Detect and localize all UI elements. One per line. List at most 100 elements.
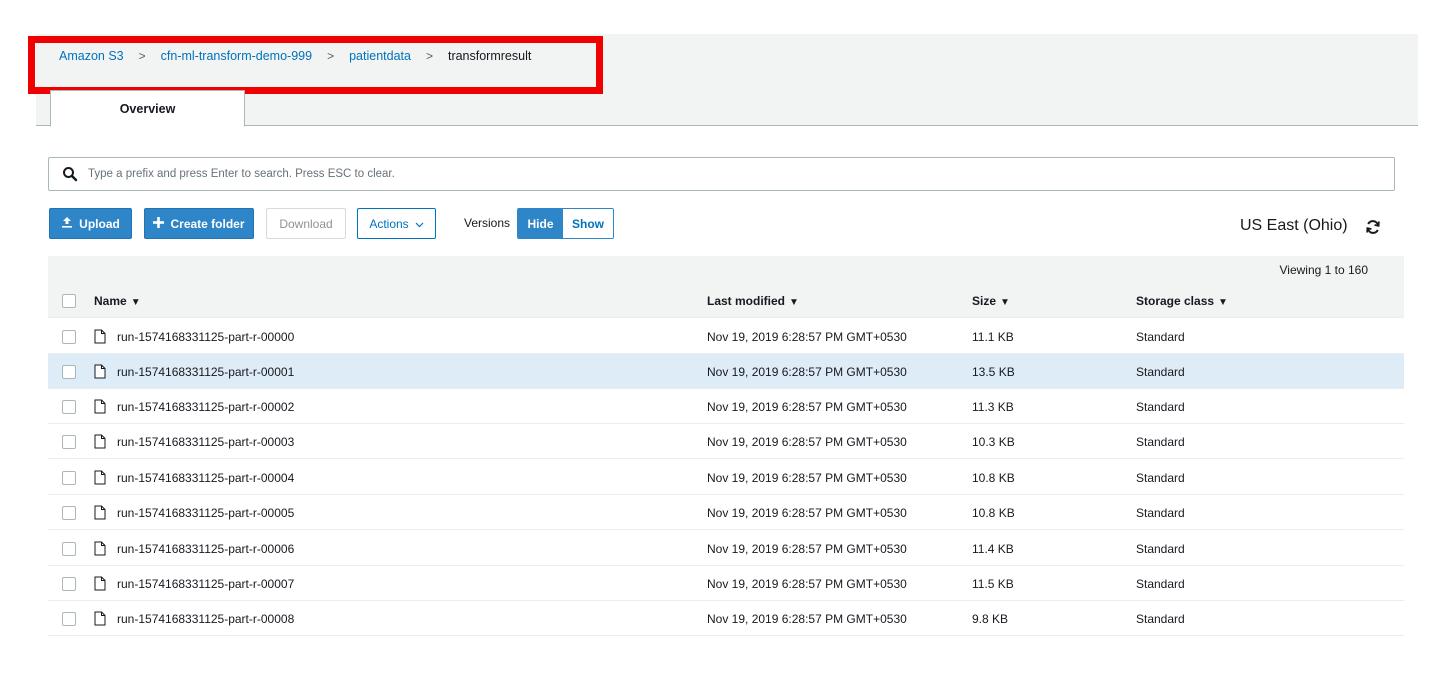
table-row[interactable]: run-1574168331125-part-r-00002 Nov 19, 2… bbox=[48, 389, 1404, 424]
file-icon bbox=[94, 576, 106, 591]
row-checkbox[interactable] bbox=[62, 435, 76, 449]
file-last-modified: Nov 19, 2019 6:28:57 PM GMT+0530 bbox=[707, 577, 907, 591]
versions-show-button[interactable]: Show bbox=[563, 209, 613, 238]
tab-overview[interactable]: Overview bbox=[50, 90, 245, 127]
upload-label: Upload bbox=[79, 216, 120, 231]
row-checkbox[interactable] bbox=[62, 506, 76, 520]
file-size: 9.8 KB bbox=[972, 612, 1009, 626]
file-size: 10.8 KB bbox=[972, 506, 1015, 520]
search-input[interactable] bbox=[88, 168, 1288, 180]
file-icon bbox=[94, 470, 106, 485]
file-storage-class: Standard bbox=[1136, 471, 1185, 485]
file-storage-class: Standard bbox=[1136, 435, 1185, 449]
pagination-band: Viewing 1 to 160 bbox=[48, 256, 1404, 283]
file-size: 11.1 KB bbox=[972, 330, 1014, 344]
file-name[interactable]: run-1574168331125-part-r-00005 bbox=[117, 506, 294, 520]
column-name-label: Name bbox=[94, 294, 127, 308]
file-last-modified: Nov 19, 2019 6:28:57 PM GMT+0530 bbox=[707, 435, 907, 449]
file-name[interactable]: run-1574168331125-part-r-00001 bbox=[117, 365, 294, 379]
file-icon bbox=[94, 505, 106, 520]
row-checkbox[interactable] bbox=[62, 330, 76, 344]
row-checkbox[interactable] bbox=[62, 400, 76, 414]
region-label: US East (Ohio) bbox=[1240, 217, 1348, 234]
column-modified-label: Last modified bbox=[707, 294, 786, 308]
file-storage-class: Standard bbox=[1136, 506, 1185, 520]
file-name[interactable]: run-1574168331125-part-r-00002 bbox=[117, 400, 294, 414]
search-bar bbox=[48, 157, 1395, 191]
search-icon bbox=[62, 166, 78, 182]
refresh-icon[interactable] bbox=[1365, 219, 1381, 235]
row-checkbox[interactable] bbox=[62, 577, 76, 591]
table-row[interactable]: run-1574168331125-part-r-00005 Nov 19, 2… bbox=[48, 495, 1404, 530]
file-storage-class: Standard bbox=[1136, 365, 1185, 379]
sort-down-icon: ▼ bbox=[789, 297, 799, 308]
file-icon bbox=[94, 364, 106, 379]
column-size-header[interactable]: Size ▼ bbox=[972, 294, 1010, 308]
table-row[interactable]: run-1574168331125-part-r-00001 Nov 19, 2… bbox=[48, 354, 1404, 389]
file-name[interactable]: run-1574168331125-part-r-00000 bbox=[117, 330, 294, 344]
download-button[interactable]: Download bbox=[266, 208, 346, 239]
versions-hide-button[interactable]: Hide bbox=[518, 209, 563, 238]
file-last-modified: Nov 19, 2019 6:28:57 PM GMT+0530 bbox=[707, 365, 907, 379]
file-storage-class: Standard bbox=[1136, 400, 1185, 414]
row-checkbox[interactable] bbox=[62, 542, 76, 556]
file-last-modified: Nov 19, 2019 6:28:57 PM GMT+0530 bbox=[707, 471, 907, 485]
select-all-checkbox[interactable] bbox=[62, 294, 76, 308]
file-size: 11.3 KB bbox=[972, 400, 1014, 414]
file-size: 10.3 KB bbox=[972, 435, 1015, 449]
file-name[interactable]: run-1574168331125-part-r-00003 bbox=[117, 435, 294, 449]
table-row[interactable]: run-1574168331125-part-r-00008 Nov 19, 2… bbox=[48, 601, 1404, 636]
row-checkbox[interactable] bbox=[62, 471, 76, 485]
file-last-modified: Nov 19, 2019 6:28:57 PM GMT+0530 bbox=[707, 330, 907, 344]
sort-down-icon: ▼ bbox=[1218, 297, 1228, 308]
versions-label: Versions bbox=[464, 216, 511, 230]
column-name-header[interactable]: Name ▼ bbox=[94, 294, 141, 308]
actions-label: Actions bbox=[369, 216, 409, 231]
create-folder-label: Create folder bbox=[170, 216, 245, 231]
file-storage-class: Standard bbox=[1136, 542, 1185, 556]
file-size: 13.5 KB bbox=[972, 365, 1015, 379]
file-storage-class: Standard bbox=[1136, 612, 1185, 626]
table-row[interactable]: run-1574168331125-part-r-00006 Nov 19, 2… bbox=[48, 531, 1404, 566]
column-size-label: Size bbox=[972, 294, 997, 308]
highlight-box bbox=[28, 36, 603, 94]
upload-icon bbox=[61, 216, 73, 231]
file-icon bbox=[94, 541, 106, 556]
file-last-modified: Nov 19, 2019 6:28:57 PM GMT+0530 bbox=[707, 506, 907, 520]
upload-button[interactable]: Upload bbox=[49, 208, 132, 239]
file-name[interactable]: run-1574168331125-part-r-00004 bbox=[117, 471, 294, 485]
table-row[interactable]: run-1574168331125-part-r-00007 Nov 19, 2… bbox=[48, 566, 1404, 601]
chevron-down-icon bbox=[415, 217, 424, 231]
file-name[interactable]: run-1574168331125-part-r-00008 bbox=[117, 612, 294, 626]
file-size: 10.8 KB bbox=[972, 471, 1015, 485]
table-header: Name ▼ Last modified ▼ Size ▼ Storage class… bbox=[48, 283, 1404, 318]
actions-dropdown[interactable]: Actions bbox=[357, 208, 436, 239]
sort-down-icon: ▼ bbox=[1000, 297, 1010, 308]
file-size: 11.5 KB bbox=[972, 577, 1014, 591]
viewing-count: Viewing 1 to 160 bbox=[1279, 263, 1368, 277]
file-storage-class: Standard bbox=[1136, 330, 1185, 344]
table-row[interactable]: run-1574168331125-part-r-00003 Nov 19, 2… bbox=[48, 424, 1404, 459]
column-class-label: Storage class bbox=[1136, 294, 1215, 308]
sort-down-icon: ▼ bbox=[130, 297, 141, 308]
file-icon bbox=[94, 611, 106, 626]
plus-icon bbox=[153, 216, 165, 231]
file-name[interactable]: run-1574168331125-part-r-00006 bbox=[117, 542, 294, 556]
file-icon bbox=[94, 399, 106, 414]
file-name[interactable]: run-1574168331125-part-r-00007 bbox=[117, 577, 294, 591]
file-size: 11.4 KB bbox=[972, 542, 1014, 556]
file-last-modified: Nov 19, 2019 6:28:57 PM GMT+0530 bbox=[707, 612, 907, 626]
table-row[interactable]: run-1574168331125-part-r-00004 Nov 19, 2… bbox=[48, 460, 1404, 495]
create-folder-button[interactable]: Create folder bbox=[144, 208, 254, 239]
row-checkbox[interactable] bbox=[62, 612, 76, 626]
table-row[interactable]: run-1574168331125-part-r-00000 Nov 19, 2… bbox=[48, 319, 1404, 354]
file-last-modified: Nov 19, 2019 6:28:57 PM GMT+0530 bbox=[707, 542, 907, 556]
file-last-modified: Nov 19, 2019 6:28:57 PM GMT+0530 bbox=[707, 400, 907, 414]
file-icon bbox=[94, 434, 106, 449]
versions-toggle: Hide Show bbox=[517, 208, 614, 239]
column-class-header[interactable]: Storage class ▼ bbox=[1136, 294, 1228, 308]
file-storage-class: Standard bbox=[1136, 577, 1185, 591]
file-icon bbox=[94, 329, 106, 344]
row-checkbox[interactable] bbox=[62, 365, 76, 379]
column-modified-header[interactable]: Last modified ▼ bbox=[707, 294, 799, 308]
